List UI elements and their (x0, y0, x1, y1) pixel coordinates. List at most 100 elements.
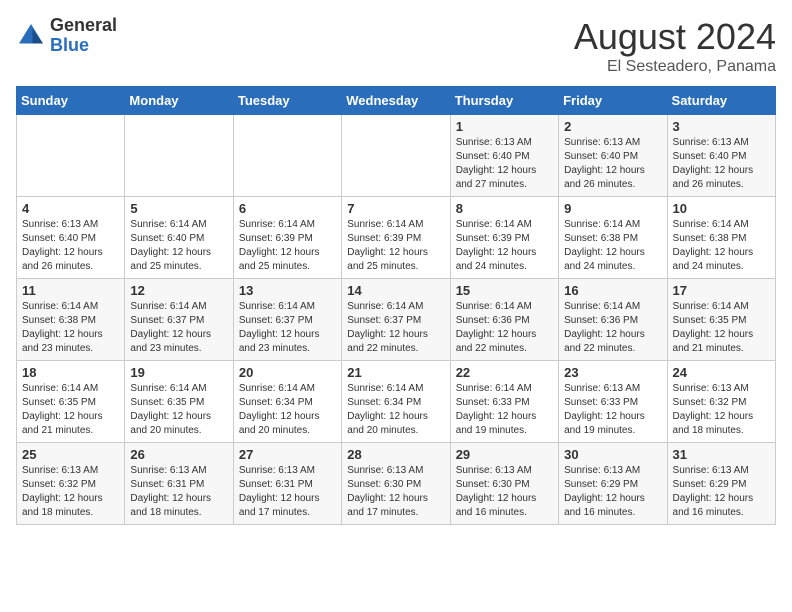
day-cell: 18 Sunrise: 6:14 AM Sunset: 6:35 PM Dayli… (17, 361, 125, 443)
day-info: Sunrise: 6:13 AM Sunset: 6:40 PM Dayligh… (673, 136, 770, 192)
day-info: Sunrise: 6:14 AM Sunset: 6:40 PM Dayligh… (130, 218, 227, 274)
day-number: 2 (564, 119, 661, 134)
day-cell: 7 Sunrise: 6:14 AM Sunset: 6:39 PM Daylig… (342, 197, 450, 279)
day-number: 6 (239, 201, 336, 216)
day-number: 8 (456, 201, 553, 216)
header-saturday: Saturday (667, 87, 775, 115)
logo: General Blue (16, 16, 117, 56)
day-number: 16 (564, 283, 661, 298)
day-number: 27 (239, 447, 336, 462)
day-number: 5 (130, 201, 227, 216)
day-number: 20 (239, 365, 336, 380)
day-number: 17 (673, 283, 770, 298)
day-info: Sunrise: 6:13 AM Sunset: 6:31 PM Dayligh… (239, 464, 336, 520)
header-friday: Friday (559, 87, 667, 115)
day-cell (233, 115, 341, 197)
day-number: 3 (673, 119, 770, 134)
logo-blue: Blue (50, 36, 117, 56)
day-info: Sunrise: 6:14 AM Sunset: 6:35 PM Dayligh… (673, 300, 770, 356)
day-info: Sunrise: 6:14 AM Sunset: 6:37 PM Dayligh… (130, 300, 227, 356)
day-number: 30 (564, 447, 661, 462)
day-cell: 29 Sunrise: 6:13 AM Sunset: 6:30 PM Dayli… (450, 443, 558, 525)
day-info: Sunrise: 6:14 AM Sunset: 6:35 PM Dayligh… (130, 382, 227, 438)
day-cell: 2 Sunrise: 6:13 AM Sunset: 6:40 PM Daylig… (559, 115, 667, 197)
day-number: 4 (22, 201, 119, 216)
subtitle: El Sesteadero, Panama (574, 58, 776, 76)
day-cell: 26 Sunrise: 6:13 AM Sunset: 6:31 PM Dayli… (125, 443, 233, 525)
day-cell: 27 Sunrise: 6:13 AM Sunset: 6:31 PM Dayli… (233, 443, 341, 525)
logo-text: General Blue (50, 16, 117, 56)
day-info: Sunrise: 6:14 AM Sunset: 6:36 PM Dayligh… (456, 300, 553, 356)
header-tuesday: Tuesday (233, 87, 341, 115)
day-number: 21 (347, 365, 444, 380)
day-info: Sunrise: 6:13 AM Sunset: 6:29 PM Dayligh… (673, 464, 770, 520)
day-cell: 4Sunrise: 6:13 AM Sunset: 6:40 PM Daylig… (17, 197, 125, 279)
week-row-0: 1 Sunrise: 6:13 AM Sunset: 6:40 PM Daylig… (17, 115, 776, 197)
day-info: Sunrise: 6:13 AM Sunset: 6:40 PM Dayligh… (564, 136, 661, 192)
day-number: 22 (456, 365, 553, 380)
day-cell: 9Sunrise: 6:14 AM Sunset: 6:38 PM Daylig… (559, 197, 667, 279)
day-number: 23 (564, 365, 661, 380)
day-cell: 10Sunrise: 6:14 AM Sunset: 6:38 PM Dayli… (667, 197, 775, 279)
day-number: 15 (456, 283, 553, 298)
day-number: 13 (239, 283, 336, 298)
day-number: 24 (673, 365, 770, 380)
calendar-header-row: SundayMondayTuesdayWednesdayThursdayFrid… (17, 87, 776, 115)
day-info: Sunrise: 6:13 AM Sunset: 6:30 PM Dayligh… (347, 464, 444, 520)
week-row-3: 18 Sunrise: 6:14 AM Sunset: 6:35 PM Dayli… (17, 361, 776, 443)
page-header: General Blue August 2024 El Sesteadero, … (16, 16, 776, 76)
day-info: Sunrise: 6:14 AM Sunset: 6:35 PM Dayligh… (22, 382, 119, 438)
week-row-4: 25 Sunrise: 6:13 AM Sunset: 6:32 PM Dayli… (17, 443, 776, 525)
main-title: August 2024 (574, 16, 776, 58)
day-number: 9 (564, 201, 661, 216)
day-cell: 13 Sunrise: 6:14 AM Sunset: 6:37 PM Dayli… (233, 279, 341, 361)
day-number: 10 (673, 201, 770, 216)
day-number: 1 (456, 119, 553, 134)
day-cell: 31 Sunrise: 6:13 AM Sunset: 6:29 PM Dayli… (667, 443, 775, 525)
day-number: 26 (130, 447, 227, 462)
day-cell: 5 Sunrise: 6:14 AM Sunset: 6:40 PM Daylig… (125, 197, 233, 279)
day-cell: 17 Sunrise: 6:14 AM Sunset: 6:35 PM Dayli… (667, 279, 775, 361)
day-cell: 21 Sunrise: 6:14 AM Sunset: 6:34 PM Dayli… (342, 361, 450, 443)
day-info: Sunrise: 6:14 AM Sunset: 6:37 PM Dayligh… (239, 300, 336, 356)
day-cell (125, 115, 233, 197)
day-info: Sunrise: 6:14 AM Sunset: 6:34 PM Dayligh… (347, 382, 444, 438)
day-info: Sunrise: 6:14 AM Sunset: 6:33 PM Dayligh… (456, 382, 553, 438)
day-number: 18 (22, 365, 119, 380)
day-number: 28 (347, 447, 444, 462)
day-cell: 25 Sunrise: 6:13 AM Sunset: 6:32 PM Dayli… (17, 443, 125, 525)
day-info: Sunrise: 6:14 AM Sunset: 6:39 PM Dayligh… (456, 218, 553, 274)
day-cell: 22 Sunrise: 6:14 AM Sunset: 6:33 PM Dayli… (450, 361, 558, 443)
day-info: Sunrise: 6:13 AM Sunset: 6:30 PM Dayligh… (456, 464, 553, 520)
day-number: 19 (130, 365, 227, 380)
day-cell: 23 Sunrise: 6:13 AM Sunset: 6:33 PM Dayli… (559, 361, 667, 443)
day-cell (342, 115, 450, 197)
day-cell: 28 Sunrise: 6:13 AM Sunset: 6:30 PM Dayli… (342, 443, 450, 525)
day-number: 12 (130, 283, 227, 298)
day-info: Sunrise: 6:14 AM Sunset: 6:39 PM Dayligh… (347, 218, 444, 274)
day-info: Sunrise: 6:13 AM Sunset: 6:32 PM Dayligh… (673, 382, 770, 438)
day-number: 25 (22, 447, 119, 462)
day-cell: 30 Sunrise: 6:13 AM Sunset: 6:29 PM Dayli… (559, 443, 667, 525)
day-cell: 15 Sunrise: 6:14 AM Sunset: 6:36 PM Dayli… (450, 279, 558, 361)
day-number: 11 (22, 283, 119, 298)
day-number: 29 (456, 447, 553, 462)
day-cell: 16Sunrise: 6:14 AM Sunset: 6:36 PM Dayli… (559, 279, 667, 361)
header-wednesday: Wednesday (342, 87, 450, 115)
day-info: Sunrise: 6:13 AM Sunset: 6:29 PM Dayligh… (564, 464, 661, 520)
week-row-2: 11 Sunrise: 6:14 AM Sunset: 6:38 PM Dayli… (17, 279, 776, 361)
day-info: Sunrise: 6:13 AM Sunset: 6:31 PM Dayligh… (130, 464, 227, 520)
logo-icon (16, 21, 46, 51)
day-info: Sunrise: 6:13 AM Sunset: 6:32 PM Dayligh… (22, 464, 119, 520)
day-cell: 6Sunrise: 6:14 AM Sunset: 6:39 PM Daylig… (233, 197, 341, 279)
week-row-1: 4Sunrise: 6:13 AM Sunset: 6:40 PM Daylig… (17, 197, 776, 279)
title-block: August 2024 El Sesteadero, Panama (574, 16, 776, 76)
day-cell: 8 Sunrise: 6:14 AM Sunset: 6:39 PM Daylig… (450, 197, 558, 279)
day-number: 14 (347, 283, 444, 298)
day-number: 7 (347, 201, 444, 216)
day-cell: 24 Sunrise: 6:13 AM Sunset: 6:32 PM Dayli… (667, 361, 775, 443)
day-number: 31 (673, 447, 770, 462)
day-info: Sunrise: 6:14 AM Sunset: 6:38 PM Dayligh… (22, 300, 119, 356)
day-info: Sunrise: 6:14 AM Sunset: 6:34 PM Dayligh… (239, 382, 336, 438)
day-info: Sunrise: 6:13 AM Sunset: 6:33 PM Dayligh… (564, 382, 661, 438)
